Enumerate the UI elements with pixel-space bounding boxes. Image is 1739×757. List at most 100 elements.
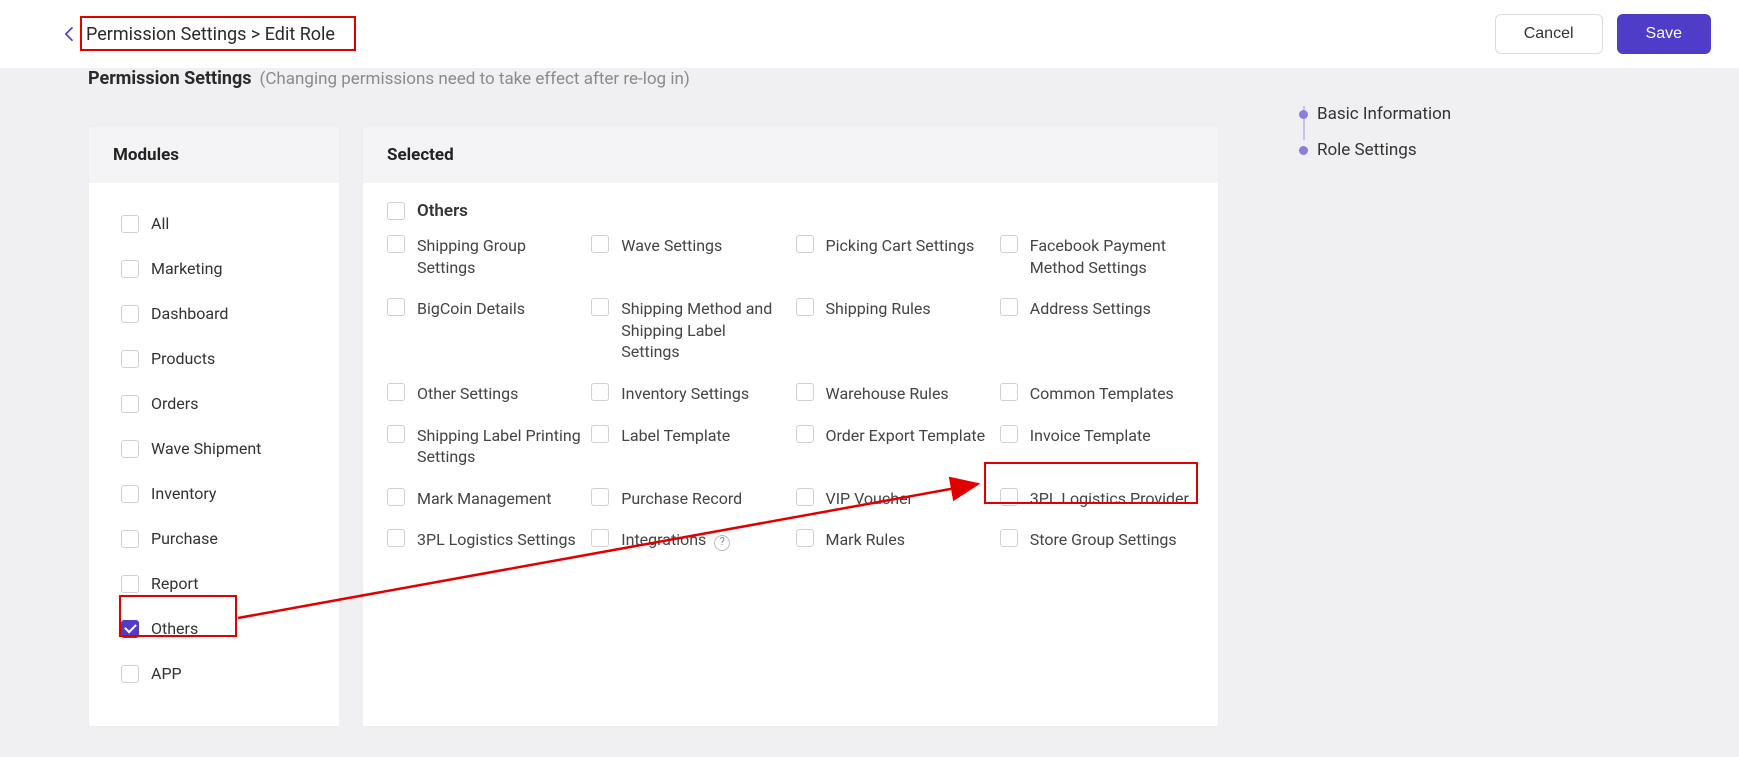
checkbox-icon[interactable] [796, 383, 814, 401]
module-item-inventory[interactable]: Inventory [103, 471, 325, 516]
permission-item-invoice-template[interactable]: Invoice Template [1000, 425, 1194, 468]
module-label: Marketing [151, 259, 222, 278]
permission-item-common-templates[interactable]: Common Templates [1000, 383, 1194, 405]
permission-item-3pl-logistics-provider[interactable]: 3PL Logistics Provider [1000, 488, 1194, 510]
cancel-button[interactable]: Cancel [1495, 14, 1603, 54]
permission-item-mark-management[interactable]: Mark Management [387, 488, 581, 510]
back-arrow-icon[interactable] [60, 24, 80, 44]
checkbox-icon[interactable] [1000, 235, 1018, 253]
checkbox-icon[interactable] [1000, 298, 1018, 316]
checkbox-icon[interactable] [591, 529, 609, 547]
checkbox-icon[interactable] [121, 215, 139, 233]
checkbox-icon[interactable] [796, 488, 814, 506]
checkbox-icon[interactable] [387, 235, 405, 253]
module-label: Products [151, 349, 215, 368]
checkbox-icon[interactable] [121, 260, 139, 278]
permission-item-integrations[interactable]: Integrations ? [591, 529, 785, 551]
permission-label: Other Settings [417, 383, 518, 405]
permission-item-mark-rules[interactable]: Mark Rules [796, 529, 990, 551]
checkbox-icon[interactable] [121, 620, 139, 638]
module-item-report[interactable]: Report [103, 561, 325, 606]
checkbox-icon[interactable] [591, 235, 609, 253]
permission-label: Shipping Rules [826, 298, 931, 320]
section-title: Permission Settings [88, 68, 252, 89]
permission-label: 3PL Logistics Settings [417, 529, 576, 551]
checkbox-icon[interactable] [387, 298, 405, 316]
checkbox-icon[interactable] [1000, 425, 1018, 443]
checkbox-icon[interactable] [121, 350, 139, 368]
anchor-item-role-settings[interactable]: Role Settings [1317, 132, 1699, 168]
module-item-all[interactable]: All [103, 201, 325, 246]
checkbox-icon[interactable] [796, 235, 814, 253]
checkbox-icon[interactable] [121, 665, 139, 683]
permission-item-shipping-rules[interactable]: Shipping Rules [796, 298, 990, 363]
checkbox-icon[interactable] [1000, 383, 1018, 401]
permission-label: Warehouse Rules [826, 383, 949, 405]
anchor-item-basic-information[interactable]: Basic Information [1317, 96, 1699, 132]
checkbox-icon[interactable] [387, 202, 405, 220]
module-item-others[interactable]: Others [103, 606, 325, 651]
checkbox-icon[interactable] [121, 305, 139, 323]
permission-item-purchase-record[interactable]: Purchase Record [591, 488, 785, 510]
permission-item-wave-settings[interactable]: Wave Settings [591, 235, 785, 278]
module-label: APP [151, 664, 182, 683]
module-item-products[interactable]: Products [103, 336, 325, 381]
anchor-nav: Basic Information Role Settings [1259, 68, 1739, 727]
permission-item-vip-voucher[interactable]: VIP Voucher [796, 488, 990, 510]
permission-label: Label Template [621, 425, 730, 447]
checkbox-icon[interactable] [121, 575, 139, 593]
permission-item-warehouse-rules[interactable]: Warehouse Rules [796, 383, 990, 405]
help-icon[interactable]: ? [714, 535, 730, 551]
permission-label: VIP Voucher [826, 488, 913, 510]
checkbox-icon[interactable] [387, 529, 405, 547]
module-item-purchase[interactable]: Purchase [103, 516, 325, 561]
permission-item-shipping-label-printing-settings[interactable]: Shipping Label Printing Settings [387, 425, 581, 468]
checkbox-icon[interactable] [591, 298, 609, 316]
main-left: Permission Settings (Changing permission… [0, 68, 1259, 727]
modules-list: All Marketing Dashboard Products OrdersWave … [89, 183, 339, 726]
permission-item-address-settings[interactable]: Address Settings [1000, 298, 1194, 363]
checkbox-icon[interactable] [121, 485, 139, 503]
anchor-label: Basic Information [1317, 104, 1451, 124]
checkbox-icon[interactable] [121, 530, 139, 548]
module-item-wave-shipment[interactable]: Wave Shipment [103, 426, 325, 471]
permission-label: 3PL Logistics Provider [1030, 488, 1189, 510]
module-item-orders[interactable]: Orders [103, 381, 325, 426]
checkbox-icon[interactable] [591, 488, 609, 506]
permission-item-shipping-method-and-shipping-label-settings[interactable]: Shipping Method and Shipping Label Setti… [591, 298, 785, 363]
selected-body: Others Shipping Group SettingsWave Setti… [363, 183, 1218, 581]
module-label: Inventory [151, 484, 217, 503]
module-item-marketing[interactable]: Marketing [103, 246, 325, 291]
permission-item-3pl-logistics-settings[interactable]: 3PL Logistics Settings [387, 529, 581, 551]
checkbox-icon[interactable] [121, 440, 139, 458]
save-button[interactable]: Save [1617, 14, 1711, 54]
checkbox-icon[interactable] [796, 298, 814, 316]
module-item-app[interactable]: APP [103, 651, 325, 696]
checkbox-icon[interactable] [1000, 488, 1018, 506]
permission-item-facebook-payment-method-settings[interactable]: Facebook Payment Method Settings [1000, 235, 1194, 278]
permission-label: Invoice Template [1030, 425, 1151, 447]
module-item-dashboard[interactable]: Dashboard [103, 291, 325, 336]
permission-item-picking-cart-settings[interactable]: Picking Cart Settings [796, 235, 990, 278]
permission-item-store-group-settings[interactable]: Store Group Settings [1000, 529, 1194, 551]
permission-label: Shipping Method and Shipping Label Setti… [621, 298, 785, 363]
checkbox-icon[interactable] [387, 425, 405, 443]
checkbox-icon[interactable] [387, 383, 405, 401]
checkbox-icon[interactable] [1000, 529, 1018, 547]
permission-item-order-export-template[interactable]: Order Export Template [796, 425, 990, 468]
selected-group-header[interactable]: Others [387, 201, 1194, 235]
permission-label: Mark Rules [826, 529, 905, 551]
checkbox-icon[interactable] [796, 529, 814, 547]
permission-item-label-template[interactable]: Label Template [591, 425, 785, 468]
breadcrumb: Permission Settings > Edit Role [86, 24, 335, 45]
checkbox-icon[interactable] [591, 425, 609, 443]
permission-item-shipping-group-settings[interactable]: Shipping Group Settings [387, 235, 581, 278]
permission-item-other-settings[interactable]: Other Settings [387, 383, 581, 405]
permissions-grid: Shipping Group SettingsWave Settings Pick… [387, 235, 1194, 551]
permission-item-bigcoin-details[interactable]: BigCoin Details [387, 298, 581, 363]
permission-item-inventory-settings[interactable]: Inventory Settings [591, 383, 785, 405]
checkbox-icon[interactable] [796, 425, 814, 443]
checkbox-icon[interactable] [387, 488, 405, 506]
checkbox-icon[interactable] [121, 395, 139, 413]
checkbox-icon[interactable] [591, 383, 609, 401]
